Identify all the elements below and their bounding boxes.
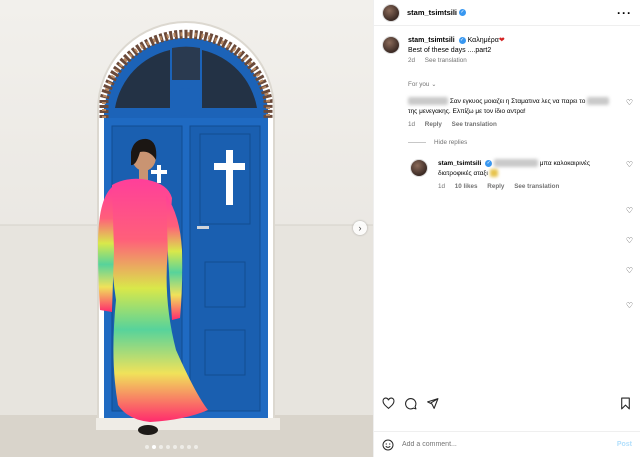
like-comment-heart-icon[interactable]: ♡ — [626, 236, 633, 245]
photo-illustration — [0, 0, 373, 457]
for-you-text: For you — [408, 81, 430, 88]
post-photo[interactable]: › — [0, 0, 373, 457]
verified-badge-icon: ✓ — [459, 9, 467, 16]
reply: stam_tsimtsili ✓ μπα καλοκαιρινές διατρο… — [438, 159, 618, 179]
heart-emoji: ❤ — [498, 37, 505, 44]
carousel-dot — [159, 445, 163, 449]
reply-avatar-wrap — [410, 159, 428, 177]
reply-username[interactable]: stam_tsimtsili — [438, 160, 481, 167]
carousel-dot — [187, 445, 191, 449]
caption-username[interactable]: stam_tsimtsili — [408, 37, 455, 44]
comment-meta: 1d Reply See translation — [408, 121, 505, 128]
blurred-word — [587, 97, 610, 106]
share-send-icon[interactable] — [426, 397, 439, 410]
reply-avatar[interactable] — [410, 159, 428, 177]
like-reply-heart-icon[interactable]: ♡ — [626, 160, 633, 169]
caption-greeting: Καλημέρα — [467, 37, 499, 44]
author-avatar[interactable] — [382, 3, 400, 22]
comment-see-translation[interactable]: See translation — [452, 121, 497, 128]
hide-replies-label: Hide replies — [434, 139, 468, 146]
reply-meta: 1d 10 likes Reply See translation — [438, 183, 567, 190]
reply-reply-button[interactable]: Reply — [487, 183, 504, 190]
like-comment-heart-icon[interactable]: ♡ — [626, 206, 633, 215]
reply-see-translation[interactable]: See translation — [514, 183, 559, 190]
comment-age: 1d — [408, 121, 416, 128]
comments-area: stam_tsimtsili ✓ Καλημέρα❤ Best of these… — [374, 27, 640, 387]
caption-avatar-wrap — [382, 36, 400, 54]
comment-text: Σαν εγκυος μοιαζει η Σταματινα λες να πα… — [449, 98, 586, 105]
caption-text: Best of these days ....part2 — [408, 47, 492, 54]
comment-composer: Post — [374, 431, 640, 457]
emoji — [489, 169, 498, 178]
divider — [408, 142, 426, 143]
carousel-dots — [145, 445, 198, 449]
comment-input[interactable] — [402, 441, 617, 448]
hide-replies-button[interactable]: Hide replies — [408, 139, 467, 146]
next-image-button[interactable]: › — [353, 221, 367, 235]
post-comment-button[interactable]: Post — [617, 441, 632, 448]
comment-bubble-icon[interactable] — [404, 397, 417, 410]
post-header: stam_tsimtsili ✓ ··· — [374, 0, 640, 26]
carousel-dot — [145, 445, 149, 449]
like-comment-heart-icon[interactable]: ♡ — [626, 98, 633, 107]
carousel-dot — [194, 445, 198, 449]
post-footer: Post — [374, 387, 640, 457]
reply-age: 1d — [438, 183, 446, 190]
caption: stam_tsimtsili ✓ Καλημέρα❤ Best of these… — [408, 36, 505, 66]
caption-see-translation[interactable]: See translation — [425, 57, 467, 64]
verified-badge-icon: ✓ — [458, 36, 466, 44]
action-bar — [382, 395, 632, 411]
carousel-dot — [180, 445, 184, 449]
reply-likes[interactable]: 10 likes — [455, 183, 478, 190]
like-heart-icon[interactable] — [382, 396, 395, 410]
more-options-icon[interactable]: ··· — [617, 7, 632, 19]
post-sidebar: stam_tsimtsili ✓ ··· stam_tsimtsili ✓ Κα… — [373, 0, 640, 457]
author-username[interactable]: stam_tsimtsili — [407, 8, 457, 17]
emoji-smiley-icon[interactable] — [382, 439, 394, 451]
carousel-dot — [173, 445, 177, 449]
comment: Σαν εγκυος μοιαζει η Σταματινα λες να πα… — [408, 97, 618, 117]
caption-avatar[interactable] — [382, 36, 400, 54]
like-comment-heart-icon[interactable]: ♡ — [626, 266, 633, 275]
verified-badge-icon: ✓ — [485, 159, 493, 167]
reply-text: μπα καλοκαιρινές — [539, 160, 590, 167]
comment-reply-button[interactable]: Reply — [425, 121, 442, 128]
blurred-mention — [493, 159, 538, 168]
like-comment-heart-icon[interactable]: ♡ — [626, 301, 633, 310]
reply-text-2: διατροφικές αταξι — [438, 170, 488, 177]
caption-meta: 2d See translation — [408, 56, 505, 66]
bookmark-icon[interactable] — [619, 397, 632, 410]
carousel-dot — [166, 445, 170, 449]
for-you-label[interactable]: For you ⌄ — [408, 81, 436, 88]
blurred-username — [408, 97, 448, 106]
caption-age: 2d — [408, 57, 416, 64]
comment-text-2: της μενεγακης. Ελπίζω με τον ίδιο αντρα! — [408, 108, 526, 115]
carousel-dot — [152, 445, 156, 449]
chevron-down-icon: ⌄ — [431, 82, 437, 88]
